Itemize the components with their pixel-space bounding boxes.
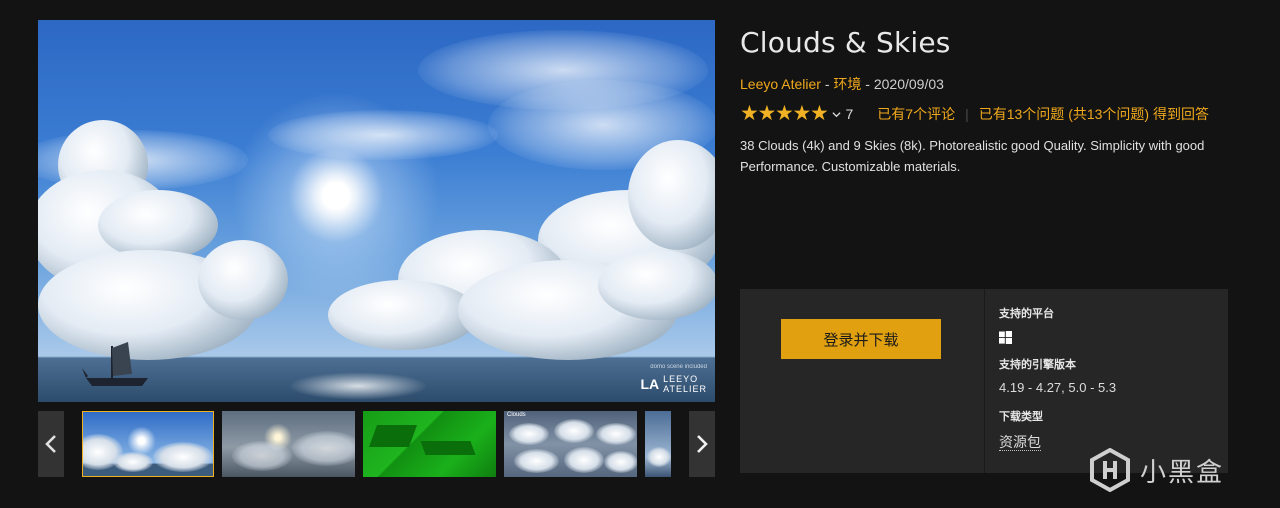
heybox-logo-icon <box>1090 448 1130 492</box>
site-watermark: 小黑盒 <box>1090 448 1224 492</box>
viking-ship <box>82 342 148 386</box>
thumbnail-2[interactable] <box>222 411 355 477</box>
cloud <box>328 280 478 350</box>
reviews-link[interactable]: 已有7个评论 <box>877 104 955 124</box>
windows-icon <box>999 331 1012 344</box>
main-gallery-image[interactable]: domo scene included LA LEEYO ATELIER <box>38 20 715 402</box>
thumbnail-3[interactable] <box>363 411 496 477</box>
publisher-logo-line1: LEEYO <box>663 374 699 384</box>
meta-separator: - <box>820 76 834 92</box>
rating-row: ★ ★ ★ ★ ★ 7 已有7个评论 | 已有13个问题 (共13个问题) 得到回答 <box>740 103 1209 125</box>
release-date: 2020/09/03 <box>873 76 944 92</box>
star-icon: ★ <box>775 102 794 125</box>
cloud <box>198 240 288 320</box>
category-link[interactable]: 环境 <box>833 76 861 92</box>
star-icon: ★ <box>792 102 812 125</box>
publisher-logo: LA LEEYO ATELIER <box>640 374 707 394</box>
publisher-logo-mark: LA <box>640 376 660 392</box>
thumbnail-1[interactable] <box>82 411 214 477</box>
previous-thumbnail-button[interactable] <box>38 411 64 477</box>
publisher-logo-line2: ATELIER <box>663 384 707 394</box>
chevron-left-icon <box>45 435 56 453</box>
download-type-value[interactable]: 资源包 <box>999 432 1041 452</box>
product-title: Clouds & Skies <box>740 26 951 59</box>
next-thumbnail-button[interactable] <box>689 411 715 477</box>
login-and-download-button[interactable]: 登录并下载 <box>781 319 941 359</box>
thumbnail-label: Clouds <box>507 412 526 418</box>
chevron-right-icon <box>697 435 708 453</box>
publisher-link[interactable]: Leeyo Atelier <box>740 76 821 92</box>
chevron-down-icon[interactable] <box>831 110 841 119</box>
purchase-action-area: 登录并下载 <box>740 289 985 473</box>
site-watermark-text: 小黑盒 <box>1140 457 1225 488</box>
questions-link[interactable]: 已有13个问题 (共13个问题) 得到回答 <box>979 104 1209 124</box>
purchase-panel: 登录并下载 支持的平台 支持的引擎版本 4.19 - 4.27, 5.0 - 5… <box>740 289 1228 473</box>
engine-versions-value: 4.19 - 4.27, 5.0 - 5.3 <box>999 380 1117 395</box>
download-type-label: 下载类型 <box>999 410 1043 423</box>
engine-versions-label: 支持的引擎版本 <box>999 358 1076 371</box>
platforms-label: 支持的平台 <box>999 307 1054 320</box>
star-icon: ★ <box>740 102 759 125</box>
thumbnail-4[interactable]: Clouds <box>504 411 637 477</box>
star-rating[interactable]: ★ ★ ★ ★ ★ <box>740 102 829 125</box>
image-caption: domo scene included <box>650 364 707 370</box>
divider: | <box>965 106 969 122</box>
sea-reflection <box>288 372 428 400</box>
sky-wisp <box>268 110 498 160</box>
thumbnail-5[interactable] <box>645 411 671 477</box>
star-icon: ★ <box>757 102 777 125</box>
product-meta: Leeyo Atelier - 环境 - 2020/09/03 <box>740 74 944 94</box>
publisher-logo-text: LEEYO ATELIER <box>663 374 707 394</box>
download-type-link[interactable]: 资源包 <box>999 434 1041 451</box>
meta-separator: - <box>861 76 874 92</box>
cloud <box>598 250 715 320</box>
star-icon: ★ <box>810 102 829 125</box>
rating-count: 7 <box>845 106 854 122</box>
product-description: 38 Clouds (4k) and 9 Skies (8k). Photore… <box>740 138 1205 174</box>
